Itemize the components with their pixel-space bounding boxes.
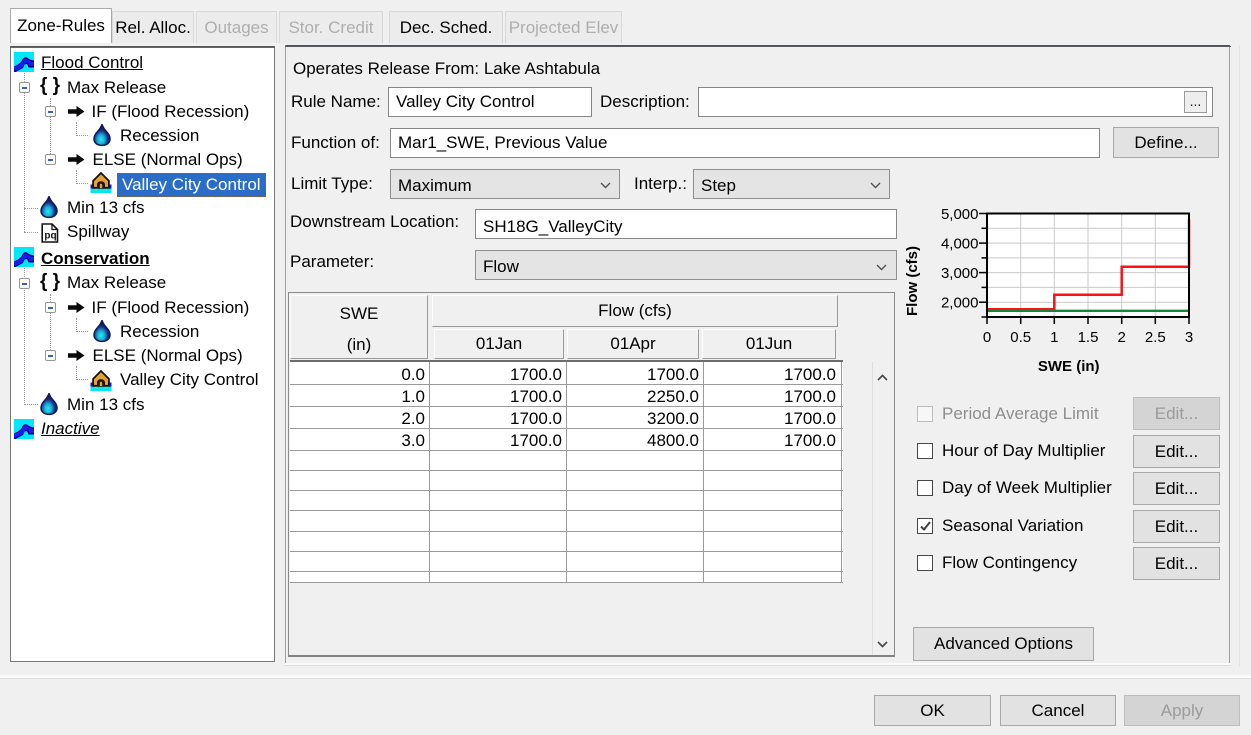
svg-text:SWE (in): SWE (in) [1038,358,1100,375]
svg-text:Flow (cfs): Flow (cfs) [904,246,921,316]
svg-text:1.5: 1.5 [1078,329,1099,346]
svg-text:pq: pq [44,231,56,242]
svg-text:2,000: 2,000 [941,295,979,312]
svg-text:5,000: 5,000 [941,206,979,223]
svg-text:3,000: 3,000 [941,265,979,282]
svg-text:0: 0 [983,329,991,346]
svg-text:3: 3 [1185,329,1193,346]
svg-text:2: 2 [1118,329,1126,346]
svg-text:2.5: 2.5 [1145,329,1166,346]
svg-text:1: 1 [1050,329,1058,346]
svg-text:4,000: 4,000 [941,236,979,253]
svg-text:0.5: 0.5 [1010,329,1031,346]
